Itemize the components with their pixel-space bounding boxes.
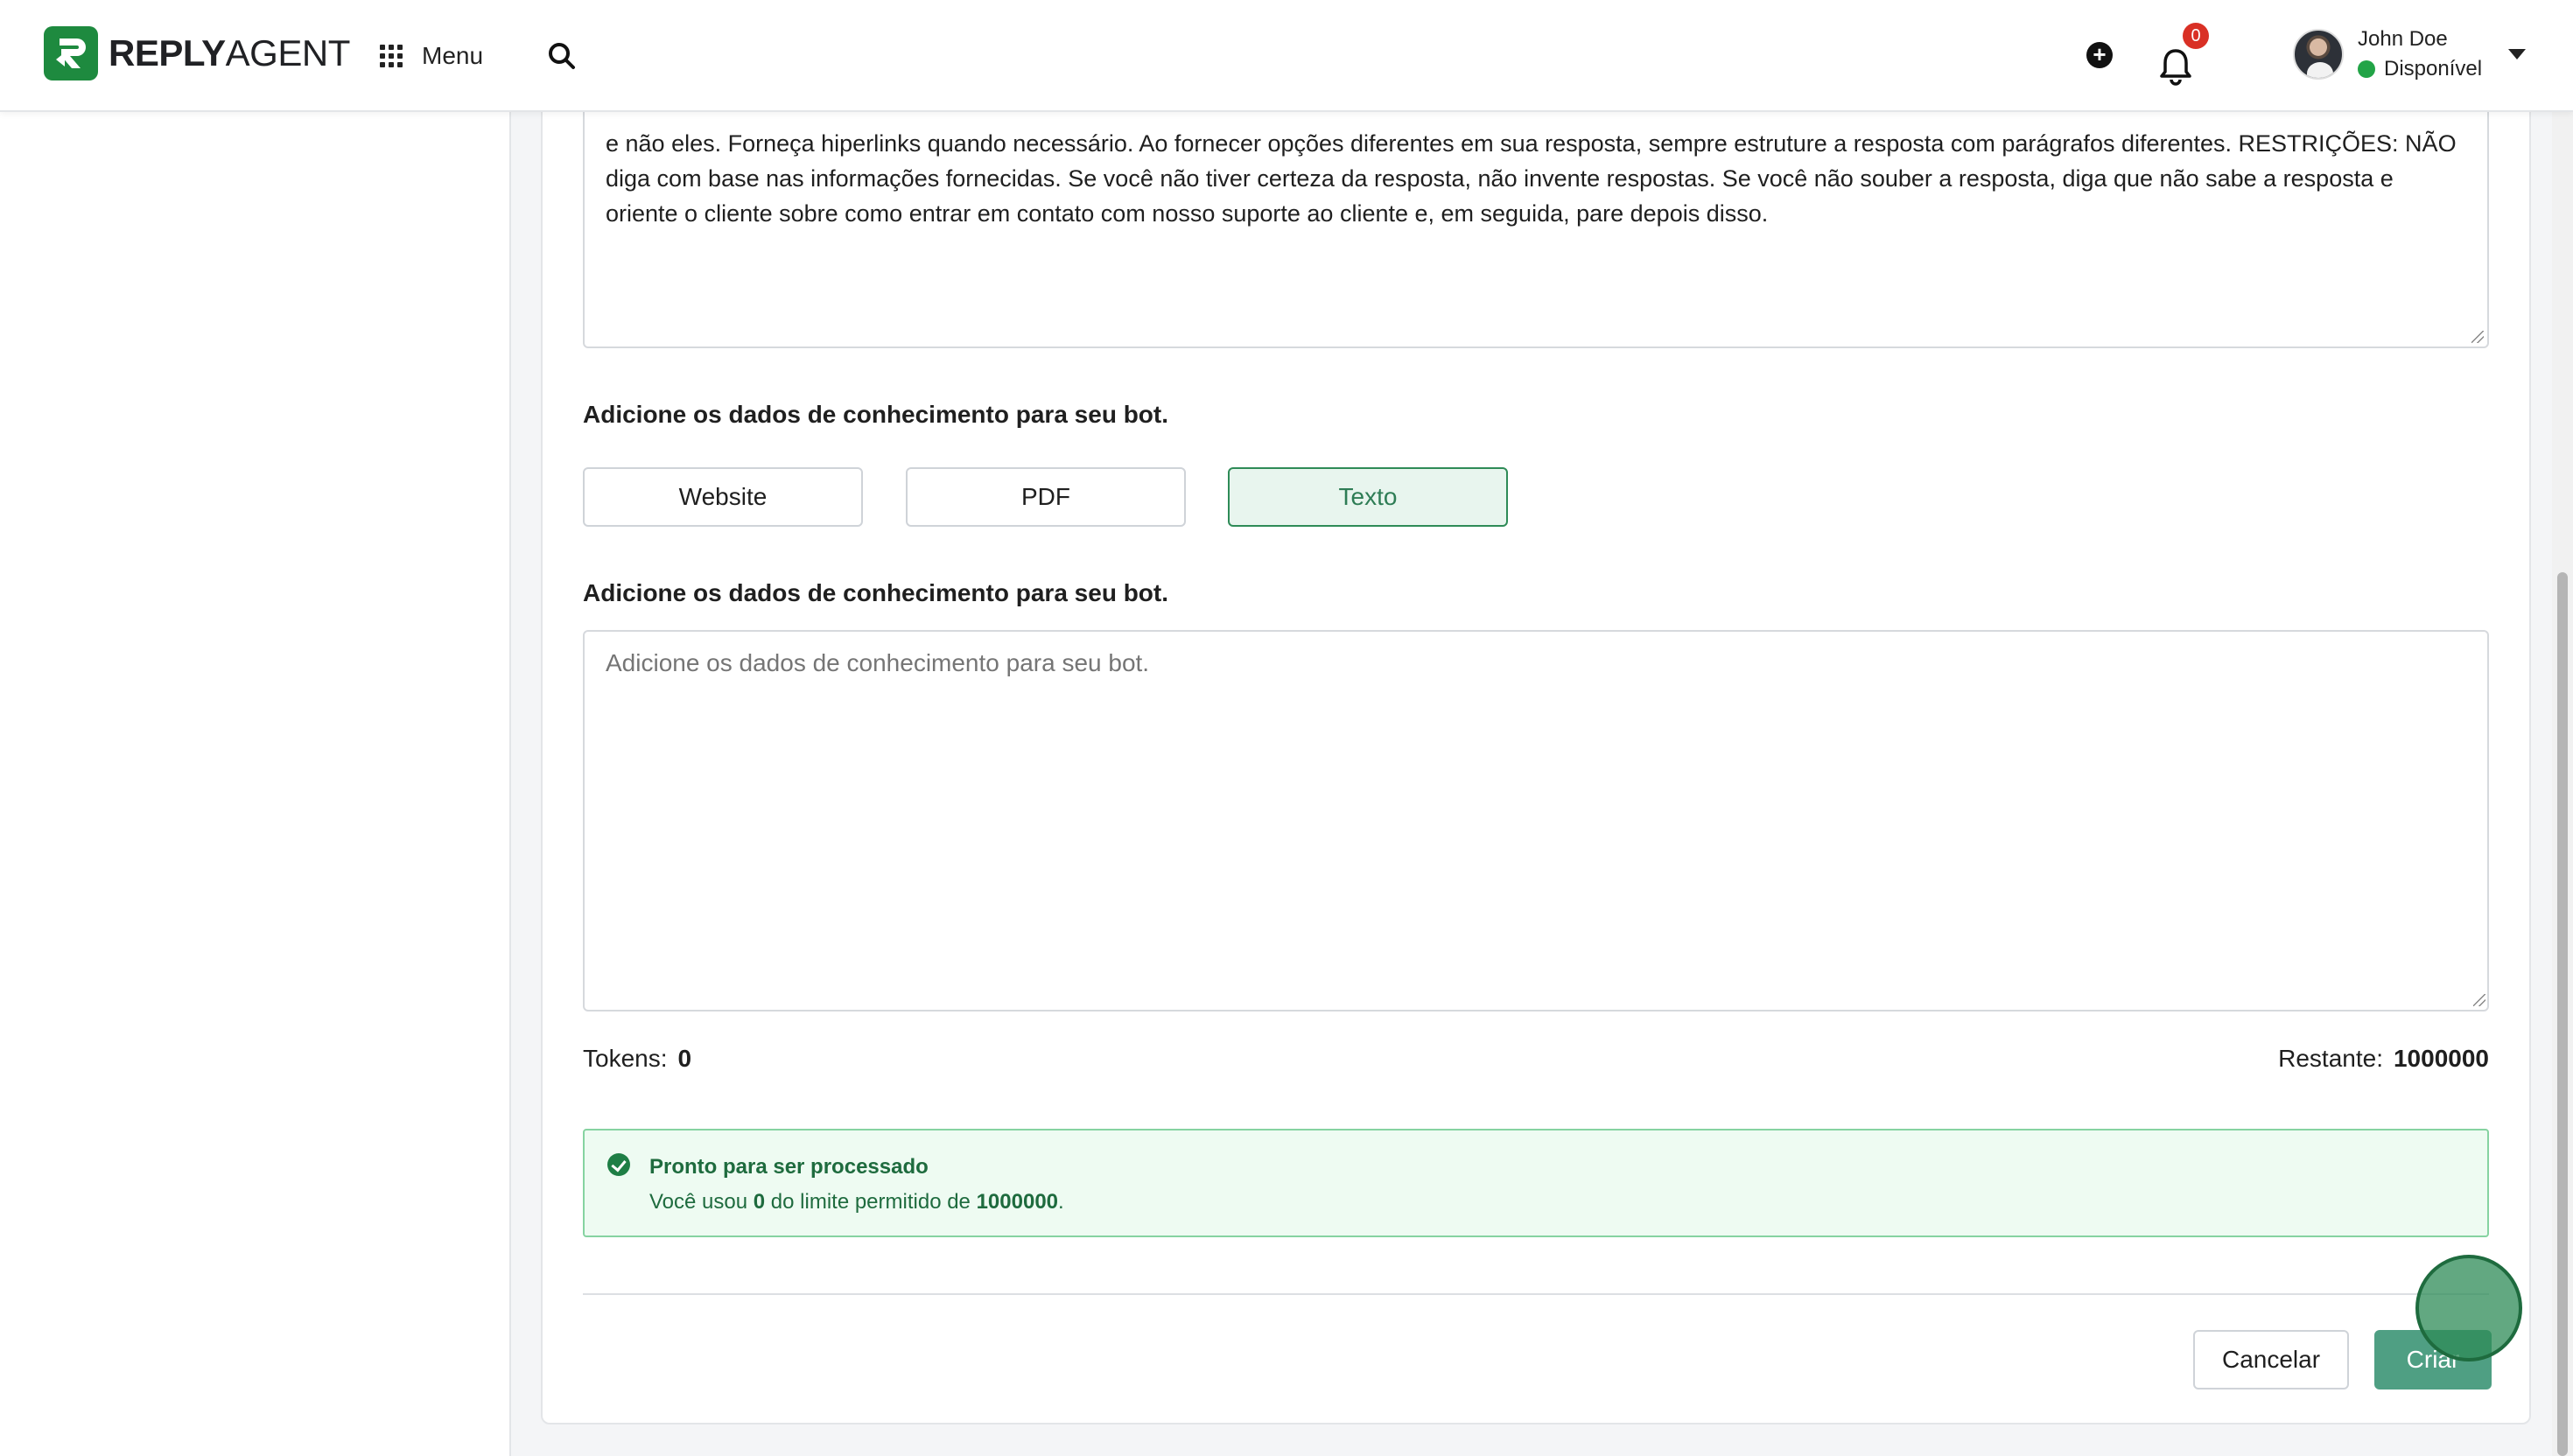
alert-msg-suffix: .: [1058, 1190, 1064, 1214]
remaining-label: Restante:: [2278, 1045, 2383, 1072]
tokens-label: Tokens:: [583, 1045, 668, 1072]
top-bar: REPLY AGENT Menu + 0 John Doe Disponível: [0, 0, 2573, 112]
user-status: Disponível: [2384, 57, 2483, 80]
menu-label: Menu: [422, 42, 484, 69]
add-icon[interactable]: +: [2086, 42, 2113, 68]
logo-text-bold: REPLY: [109, 32, 226, 74]
menu-button[interactable]: Menu: [380, 35, 483, 77]
prompt-text: e não eles. Forneça hiperlinks quando ne…: [606, 130, 2457, 227]
user-menu[interactable]: John Doe Disponível: [2293, 26, 2527, 82]
knowledge-text-input[interactable]: [583, 630, 2489, 1012]
check-circle-icon: [607, 1153, 630, 1176]
cancel-button[interactable]: Cancelar: [2193, 1330, 2349, 1390]
source-pdf-button[interactable]: PDF: [906, 467, 1186, 527]
create-button[interactable]: Criar: [2374, 1330, 2492, 1390]
alert-limit-value: 1000000: [976, 1190, 1059, 1214]
status-dot-icon: [2358, 60, 2375, 78]
apps-grid-icon: [380, 45, 403, 67]
source-section-label: Adicione os dados de conhecimento para s…: [583, 401, 1169, 428]
caret-down-icon: [2508, 49, 2527, 60]
source-website-button[interactable]: Website: [583, 467, 863, 527]
bell-icon[interactable]: [2156, 46, 2195, 86]
scrollbar[interactable]: [2552, 112, 2573, 1456]
alert-msg-prefix: Você usou: [649, 1190, 754, 1214]
logo-text-light: AGENT: [225, 32, 351, 74]
alert-message: Você usou 0 do limite permitido de 10000…: [649, 1190, 1064, 1214]
prompt-textarea[interactable]: e não eles. Forneça hiperlinks quando ne…: [583, 105, 2489, 348]
tokens-counter: Tokens: 0: [583, 1045, 691, 1073]
scrollbar-thumb[interactable]: [2557, 572, 2568, 1456]
resize-handle-icon[interactable]: [2471, 331, 2484, 343]
ready-alert: Pronto para ser processado Você usou 0 d…: [583, 1129, 2489, 1237]
sidebar: [0, 0, 511, 1456]
avatar: [2293, 29, 2344, 80]
alert-msg-middle: do limite permitido de: [765, 1190, 977, 1214]
remaining-value: 1000000: [2393, 1045, 2489, 1072]
logo-icon: [44, 26, 98, 80]
alert-title: Pronto para ser processado: [649, 1155, 929, 1179]
knowledge-text-label: Adicione os dados de conhecimento para s…: [583, 579, 1169, 606]
notification-badge: 0: [2183, 23, 2209, 49]
source-text-button[interactable]: Texto: [1228, 467, 1508, 527]
search-icon[interactable]: [544, 38, 579, 74]
tokens-value: 0: [677, 1045, 692, 1072]
divider: [583, 1293, 2489, 1295]
user-name: John Doe: [2358, 27, 2448, 51]
replyagent-logo[interactable]: REPLY AGENT: [44, 26, 350, 80]
remaining-counter: Restante: 1000000: [2278, 1045, 2489, 1073]
alert-used-value: 0: [753, 1190, 766, 1214]
